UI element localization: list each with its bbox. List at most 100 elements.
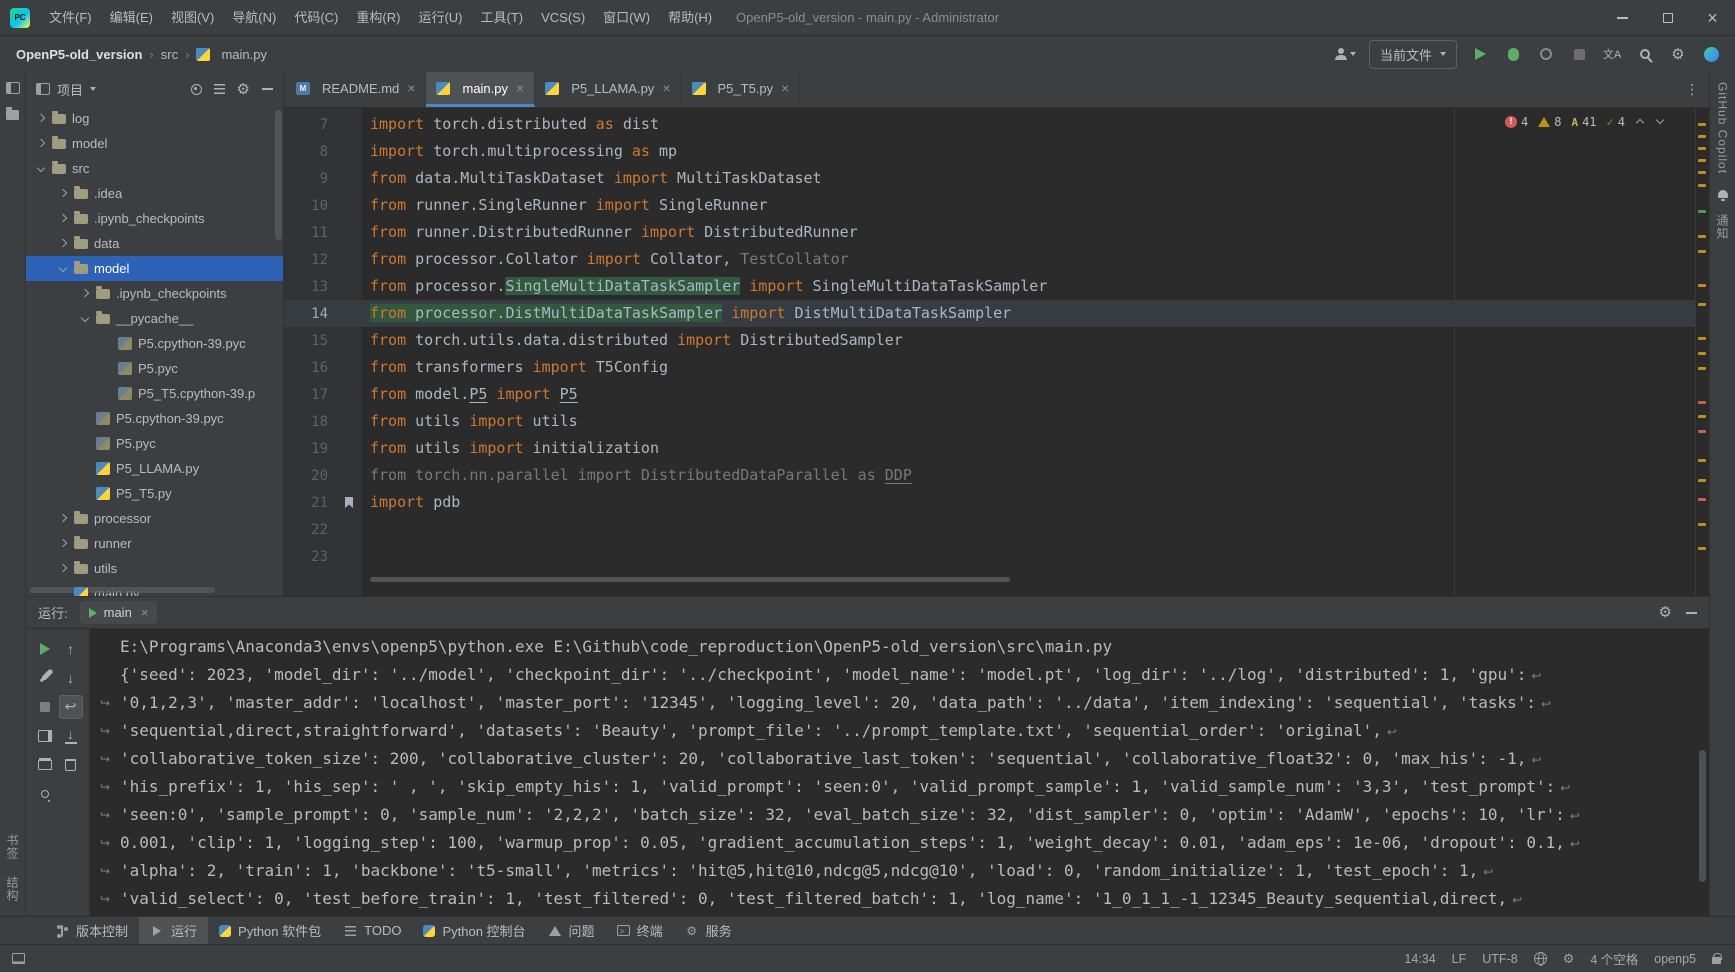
close-icon[interactable]: × <box>141 606 149 619</box>
up-stack-trace-button[interactable] <box>59 637 83 661</box>
stripe-mark[interactable] <box>1698 352 1706 355</box>
console-vertical-scrollbar[interactable] <box>1699 750 1706 882</box>
hide-run-panel-icon[interactable] <box>1686 612 1697 614</box>
code-line[interactable]: from processor.DistMultiDataTaskSampler … <box>362 300 1695 327</box>
code-line[interactable]: import torch.distributed as dist <box>362 111 1695 138</box>
project-tool-window-icon[interactable] <box>6 82 20 94</box>
previous-problem-icon[interactable] <box>1635 117 1645 127</box>
globe-icon[interactable] <box>1534 952 1547 965</box>
translate-button[interactable]: 文A <box>1602 44 1622 64</box>
stripe-mark[interactable] <box>1698 303 1706 306</box>
code-line[interactable] <box>362 516 1695 543</box>
code-line[interactable]: from runner.DistributedRunner import Dis… <box>362 219 1695 246</box>
stripe-mark[interactable] <box>1698 184 1706 187</box>
code-editor[interactable]: 4 8 41 4 import torch.distributed as dis… <box>362 108 1695 596</box>
stripe-mark[interactable] <box>1698 147 1706 150</box>
sidebar-item-bookmarks[interactable]: 书签 <box>4 834 21 860</box>
chevron-right-icon[interactable] <box>34 136 49 151</box>
run-settings-icon[interactable] <box>1659 605 1672 620</box>
tab-P5_T5.py[interactable]: P5_T5.py× <box>682 72 801 107</box>
tool-windows-icon[interactable] <box>12 953 25 964</box>
tree-item[interactable]: model <box>26 131 283 156</box>
code-line[interactable]: import pdb <box>362 489 1695 516</box>
indent-indicator[interactable]: 4 个空格 <box>1590 949 1638 968</box>
tool-tab-服务[interactable]: 服务 <box>674 917 743 944</box>
breadcrumb-item[interactable]: OpenP5-old_version <box>16 47 142 62</box>
stripe-mark[interactable] <box>1698 547 1706 550</box>
menu-item[interactable]: 导航(N) <box>223 0 285 35</box>
gear-icon[interactable] <box>1563 952 1575 966</box>
settings-button[interactable] <box>1668 44 1688 64</box>
passed-count-badge[interactable]: 4 <box>1607 115 1625 129</box>
stripe-mark[interactable] <box>1698 123 1706 126</box>
stripe-mark[interactable] <box>1698 337 1706 340</box>
chevron-right-icon[interactable] <box>56 561 71 576</box>
close-button[interactable] <box>1690 0 1735 35</box>
stripe-mark[interactable] <box>1698 415 1706 418</box>
tree-item[interactable]: P5.pyc <box>26 356 283 381</box>
chevron-down-icon[interactable] <box>56 261 71 276</box>
run-console[interactable]: E:\Programs\Anaconda3\envs\openp5\python… <box>90 629 1709 916</box>
stop-button[interactable] <box>33 695 57 719</box>
stripe-mark[interactable] <box>1698 250 1706 253</box>
profile-button[interactable] <box>1536 44 1556 64</box>
pin-tab-button[interactable] <box>33 782 57 806</box>
restore-layout-button[interactable] <box>33 724 57 748</box>
collapse-all-icon[interactable] <box>214 84 225 94</box>
scroll-to-end-button[interactable] <box>65 728 77 744</box>
tree-item[interactable]: P5.cpython-39.pyc <box>26 406 283 431</box>
chevron-right-icon[interactable] <box>56 236 71 251</box>
tree-item[interactable]: P5_T5.cpython-39.p <box>26 381 283 406</box>
tab-P5_LLAMA.py[interactable]: P5_LLAMA.py× <box>535 72 681 107</box>
error-count-badge[interactable]: 4 <box>1505 115 1528 129</box>
stripe-mark[interactable] <box>1698 401 1706 404</box>
tool-tab-版本控制[interactable]: 版本控制 <box>44 917 139 944</box>
clear-console-button[interactable] <box>59 753 83 777</box>
maximize-button[interactable] <box>1645 0 1690 35</box>
tree-item[interactable]: P5_T5.py <box>26 481 283 506</box>
tree-item[interactable]: __pycache__ <box>26 306 283 331</box>
tree-item[interactable]: P5.cpython-39.pyc <box>26 331 283 356</box>
chevron-down-icon[interactable] <box>78 311 93 326</box>
menu-item[interactable]: 窗口(W) <box>594 0 659 35</box>
code-line[interactable] <box>362 543 1695 570</box>
stripe-mark[interactable] <box>1698 171 1706 174</box>
tree-item[interactable]: log <box>26 106 283 131</box>
code-line[interactable]: from torch.nn.parallel import Distribute… <box>362 462 1695 489</box>
user-account-button[interactable] <box>1335 48 1356 60</box>
commit-tool-window-icon[interactable] <box>6 110 19 120</box>
editor-horizontal-scrollbar[interactable] <box>370 577 1010 582</box>
stripe-mark[interactable] <box>1698 284 1706 287</box>
locate-file-icon[interactable] <box>191 84 202 95</box>
tree-item[interactable]: utils <box>26 556 283 581</box>
tree-item[interactable]: .ipynb_checkpoints <box>26 206 283 231</box>
chevron-right-icon[interactable] <box>34 111 49 126</box>
code-line[interactable]: from utils import utils <box>362 408 1695 435</box>
stripe-mark[interactable] <box>1698 459 1706 462</box>
down-stack-trace-button[interactable] <box>59 666 83 690</box>
tree-item[interactable]: src <box>26 156 283 181</box>
sidebar-item-notifications[interactable]: 通知 <box>1714 214 1731 240</box>
code-line[interactable]: from model.P5 import P5 <box>362 381 1695 408</box>
pycharm-logo-icon[interactable]: PC <box>10 8 30 28</box>
code-line[interactable]: from processor.SingleMultiDataTaskSample… <box>362 273 1695 300</box>
tool-tab-Python 控制台[interactable]: Python 控制台 <box>412 917 536 944</box>
encoding-indicator[interactable]: UTF-8 <box>1482 952 1517 966</box>
code-line[interactable]: import torch.multiprocessing as mp <box>362 138 1695 165</box>
menu-item[interactable]: 代码(C) <box>285 0 347 35</box>
stripe-mark[interactable] <box>1698 135 1706 138</box>
stripe-mark[interactable] <box>1698 235 1706 238</box>
tool-tab-Python 软件包[interactable]: Python 软件包 <box>208 917 332 944</box>
lock-icon[interactable] <box>1712 957 1721 964</box>
copilot-status-button[interactable] <box>1701 44 1721 64</box>
chevron-down-icon[interactable] <box>90 87 96 91</box>
tree-vertical-scrollbar[interactable] <box>275 110 282 240</box>
hide-panel-icon[interactable] <box>262 88 273 90</box>
stripe-mark[interactable] <box>1698 523 1706 526</box>
stripe-mark[interactable] <box>1698 498 1706 501</box>
menu-item[interactable]: 文件(F) <box>40 0 101 35</box>
breadcrumb-item[interactable]: src <box>161 47 178 62</box>
panel-settings-icon[interactable] <box>237 82 250 97</box>
next-problem-icon[interactable] <box>1655 117 1665 127</box>
menu-item[interactable]: 重构(R) <box>347 0 409 35</box>
